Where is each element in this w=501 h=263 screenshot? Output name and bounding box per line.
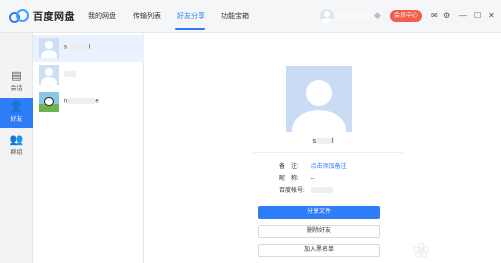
rail-item-groups[interactable]: 👥 群组: [0, 131, 33, 161]
chat-icon: ▤: [11, 70, 22, 82]
friend-list-item[interactable]: sl: [33, 35, 144, 62]
app-logo: 百度网盘: [9, 8, 75, 23]
rail-item-chat[interactable]: ▤ 会话: [0, 67, 33, 97]
app-name: 百度网盘: [33, 12, 75, 23]
friend-detail-pane: sl 备 注: 点击添加备注 昵 称: -- 百度帐号: 分享文件 删除好友 加…: [145, 33, 501, 263]
add-to-blacklist-button[interactable]: 加入黑名单: [258, 244, 380, 257]
vip-diamond-icon[interactable]: ◆: [374, 10, 381, 21]
rail-label-groups: 群组: [10, 150, 23, 156]
nav-friend-share[interactable]: 好友分享: [177, 11, 205, 21]
friend-list-item[interactable]: [33, 62, 144, 89]
nickname-row: 昵 称: --: [279, 173, 315, 182]
title-bar: 百度网盘 我的网盘 传输列表 好友分享 功能宝箱 ◆ 会员中心 ✉ ⚙ — ☐ …: [0, 0, 501, 33]
nickname-label: 昵 称:: [279, 176, 299, 182]
delete-friend-button[interactable]: 删除好友: [258, 225, 380, 238]
side-rail: ▤ 会话 👤 好友 👥 群组: [0, 33, 33, 263]
share-file-button[interactable]: 分享文件: [258, 206, 380, 219]
account-label: 百度帐号:: [279, 188, 305, 194]
user-avatar-icon[interactable]: [320, 9, 334, 23]
nav-active-indicator: [175, 28, 205, 30]
rail-label-chat: 会话: [10, 86, 23, 92]
mail-icon[interactable]: ✉: [431, 10, 438, 22]
close-icon[interactable]: ✕: [488, 10, 495, 22]
friend-list: sl ne: [33, 33, 144, 263]
group-icon: 👥: [9, 134, 24, 146]
nav-transfer-list[interactable]: 传输列表: [133, 11, 161, 21]
divider: [253, 152, 403, 153]
remark-label: 备 注:: [279, 164, 299, 170]
friend-avatar: [39, 65, 59, 85]
nav-toolbox[interactable]: 功能宝箱: [221, 11, 249, 21]
remark-row: 备 注: 点击添加备注: [279, 161, 347, 170]
settings-icon[interactable]: ⚙: [443, 10, 450, 22]
watermark-paw-icon: ❀: [412, 238, 431, 263]
nav-my-disk[interactable]: 我的网盘: [88, 11, 116, 21]
friend-avatar-photo: [39, 92, 59, 112]
rail-label-friends: 好友: [10, 117, 23, 123]
friend-detail-name: sl: [312, 138, 334, 145]
vip-center-button[interactable]: 会员中心: [390, 10, 422, 22]
friend-icon: 👤: [9, 101, 24, 113]
friend-detail-avatar: [286, 66, 352, 132]
friend-list-item[interactable]: ne: [33, 89, 144, 116]
friend-name: [64, 71, 76, 78]
minimize-icon[interactable]: —: [459, 10, 467, 22]
friend-avatar: [39, 38, 59, 58]
add-remark-link[interactable]: 点击添加备注: [311, 164, 347, 170]
account-value-redacted: [310, 187, 333, 194]
baidu-cloud-logo-icon: [9, 8, 29, 23]
username-redacted[interactable]: [337, 11, 371, 20]
friend-name: ne: [64, 98, 99, 105]
friend-name: sl: [64, 44, 91, 51]
nickname-value: --: [310, 176, 315, 182]
account-row: 百度帐号:: [279, 185, 333, 194]
maximize-icon[interactable]: ☐: [474, 10, 481, 22]
rail-item-friends[interactable]: 👤 好友: [0, 98, 33, 128]
